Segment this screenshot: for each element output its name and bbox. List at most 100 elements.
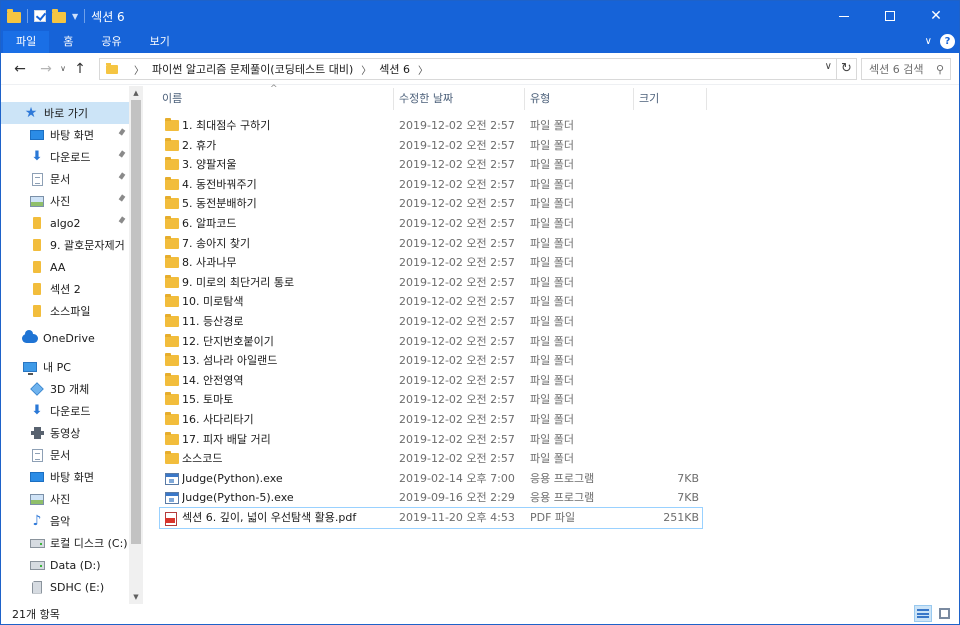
sidebar-item-onedrive[interactable]: OneDrive (1, 327, 129, 349)
sidebar-item-downloads[interactable]: ⬇ 다운로드 (1, 146, 129, 168)
pin-icon[interactable] (119, 129, 125, 139)
sidebar-item-this-pc[interactable]: 내 PC (1, 356, 129, 378)
sidebar-item-videos[interactable]: 동영상 (1, 422, 129, 444)
file-row[interactable]: 10. 미로탐색 2019-12-02 오전 2:57 파일 폴더 (160, 292, 702, 312)
sidebar-item-quick-access[interactable]: ★ 바로 가기 (1, 102, 129, 124)
address-bar[interactable]: 〉 파이썬 알고리즘 문제풀이(코딩테스트 대비) 〉 섹션 6 〉 ∨ (99, 58, 837, 80)
properties-icon[interactable] (34, 10, 46, 22)
sidebar-item-label: 사진 (50, 195, 71, 208)
file-row[interactable]: 5. 동전분배하기 2019-12-02 오전 2:57 파일 폴더 (160, 194, 702, 214)
sidebar-item-folder[interactable]: 섹션 2 (1, 278, 129, 300)
sidebar-item-data-d[interactable]: Data (D:) (1, 554, 129, 576)
file-row[interactable]: 8. 사과나무 2019-12-02 오전 2:57 파일 폴더 (160, 253, 702, 273)
folder-icon (29, 282, 45, 296)
tab-view[interactable]: 보기 (136, 31, 184, 53)
customize-toolbar-icon[interactable]: ▼ (72, 12, 78, 21)
address-dropdown-icon[interactable]: ∨ (825, 61, 832, 72)
pin-icon[interactable] (119, 173, 125, 183)
file-size (635, 155, 699, 175)
file-row[interactable]: 4. 동전바꿔주기 2019-12-02 오전 2:57 파일 폴더 (160, 175, 702, 195)
pin-icon[interactable] (119, 195, 125, 205)
sidebar-item-folder[interactable]: 9. 괄호문자제거 (1, 234, 129, 256)
column-header-name[interactable]: 이름 (157, 86, 394, 110)
refresh-button[interactable]: ↻ (837, 58, 857, 80)
file-row[interactable]: 3. 양팔저울 2019-12-02 오전 2:57 파일 폴더 (160, 155, 702, 175)
file-row[interactable]: 11. 등산경로 2019-12-02 오전 2:57 파일 폴더 (160, 312, 702, 332)
file-row[interactable]: 1. 최대점수 구하기 2019-12-02 오전 2:57 파일 폴더 (160, 116, 702, 136)
sidebar-item-pictures[interactable]: 사진 (1, 190, 129, 212)
search-input[interactable]: 섹션 6 검색 ⚲ (861, 58, 951, 80)
explorer-window: ▼ 섹션 6 ✕ 파일 홈 공유 보기 ∨ ? ← → ∨ ↑ 〉 파이썬 알고… (0, 0, 960, 625)
file-size: 7KB (677, 471, 699, 485)
file-row[interactable]: 14. 안전영역 2019-12-02 오전 2:57 파일 폴더 (160, 371, 702, 391)
folder-icon (165, 451, 179, 465)
sidebar-item-3d-objects[interactable]: 3D 개체 (1, 378, 129, 400)
back-arrow-icon[interactable]: ← (10, 61, 30, 77)
file-row[interactable]: 15. 토마토 2019-12-02 오전 2:57 파일 폴더 (160, 390, 702, 410)
sidebar-item-downloads[interactable]: ⬇ 다운로드 (1, 400, 129, 422)
file-row[interactable]: Judge(Python-5).exe 2019-09-16 오전 2:29 응용 … (160, 488, 702, 508)
tab-file[interactable]: 파일 (3, 31, 50, 53)
file-type: 파일 폴더 (530, 119, 574, 132)
file-type: 응용 프로그램 (530, 471, 595, 485)
maximize-button[interactable] (867, 1, 913, 31)
file-row[interactable]: 9. 미로의 최단거리 통로 2019-12-02 오전 2:57 파일 폴더 (160, 273, 702, 293)
file-row[interactable]: 2. 휴가 2019-12-02 오전 2:57 파일 폴더 (160, 136, 702, 156)
expand-ribbon-icon[interactable]: ∨ (925, 36, 932, 47)
column-header-size[interactable]: 크기 (634, 86, 706, 110)
details-view-button[interactable] (914, 605, 932, 622)
column-header-date[interactable]: 수정한 날짜 (394, 86, 524, 110)
file-name: Judge(Python).exe (182, 471, 283, 485)
breadcrumb-chevron-icon[interactable]: 〉 (418, 62, 428, 77)
file-row[interactable]: Judge(Python).exe 2019-02-14 오후 7:00 응용 프로… (160, 469, 702, 489)
minimize-button[interactable] (821, 1, 867, 31)
breadcrumb-chevron-icon[interactable]: 〉 (134, 62, 144, 77)
sidebar-item-desktop[interactable]: 바탕 화면 (1, 124, 129, 146)
file-row[interactable]: 소스코드 2019-12-02 오전 2:57 파일 폴더 (160, 449, 702, 469)
breadcrumb-chevron-icon[interactable]: 〉 (361, 62, 371, 77)
pictures-icon (29, 492, 45, 506)
toolbar-divider (27, 9, 28, 23)
tab-share[interactable]: 공유 (87, 31, 135, 53)
file-row[interactable]: 7. 송아지 찾기 2019-12-02 오전 2:57 파일 폴더 (160, 234, 702, 254)
close-button[interactable]: ✕ (913, 1, 959, 31)
up-arrow-icon[interactable]: ↑ (70, 61, 90, 77)
scroll-up-icon[interactable]: ▲ (129, 86, 143, 100)
sidebar-item-documents[interactable]: 문서 (1, 444, 129, 466)
breadcrumb-item[interactable]: 섹션 6 (379, 61, 410, 77)
sidebar-item-sdhc-e[interactable]: SDHC (E:) (1, 576, 129, 598)
column-header-type[interactable]: 유형 (525, 86, 633, 110)
file-row[interactable]: 12. 단지번호붙이기 2019-12-02 오전 2:57 파일 폴더 (160, 332, 702, 352)
file-row[interactable]: 17. 피자 배달 거리 2019-12-02 오전 2:57 파일 폴더 (160, 430, 702, 450)
breadcrumb-item[interactable]: 파이썬 알고리즘 문제풀이(코딩테스트 대비) (152, 61, 353, 77)
tab-home[interactable]: 홈 (49, 31, 87, 53)
sidebar-item-pictures[interactable]: 사진 (1, 488, 129, 510)
file-size (635, 390, 699, 410)
sidebar-item-folder[interactable]: 소스파일 (1, 300, 129, 322)
sidebar-item-desktop[interactable]: 바탕 화면 (1, 466, 129, 488)
file-row[interactable]: 6. 알파코드 2019-12-02 오전 2:57 파일 폴더 (160, 214, 702, 234)
scrollbar-thumb[interactable] (131, 100, 141, 544)
forward-arrow-icon[interactable]: → (36, 61, 56, 77)
column-divider[interactable] (706, 88, 707, 110)
folder-icon (165, 137, 179, 151)
new-folder-icon[interactable] (52, 8, 66, 23)
help-icon[interactable]: ? (940, 34, 955, 49)
sidebar-item-algo2[interactable]: algo2 (1, 212, 129, 234)
file-row[interactable]: 16. 사다리타기 2019-12-02 오전 2:57 파일 폴더 (160, 410, 702, 430)
large-icons-view-button[interactable] (935, 605, 953, 622)
sidebar-item-music[interactable]: ♪ 음악 (1, 510, 129, 532)
file-date-modified: 2019-12-02 오전 2:57 (399, 197, 515, 211)
file-row[interactable]: 13. 섬나라 아일랜드 2019-12-02 오전 2:57 파일 폴더 (160, 351, 702, 371)
sidebar-item-local-disk-c[interactable]: 로컬 디스크 (C:) (1, 532, 129, 554)
sidebar-item-documents[interactable]: 문서 (1, 168, 129, 190)
exe-icon (165, 492, 179, 505)
pin-icon[interactable] (119, 151, 125, 161)
recent-locations-icon[interactable]: ∨ (56, 64, 70, 73)
file-row[interactable]: 섹션 6. 깊이, 넓이 우선탐색 활용.pdf 2019-11-20 오후 4:… (159, 507, 703, 529)
sidebar-scrollbar[interactable]: ▲ ▼ (129, 86, 143, 604)
sidebar-item-folder[interactable]: AA (1, 256, 129, 278)
pin-icon[interactable] (119, 217, 125, 227)
scroll-down-icon[interactable]: ▼ (129, 590, 143, 604)
file-name: 3. 양팔저울 (182, 158, 237, 172)
